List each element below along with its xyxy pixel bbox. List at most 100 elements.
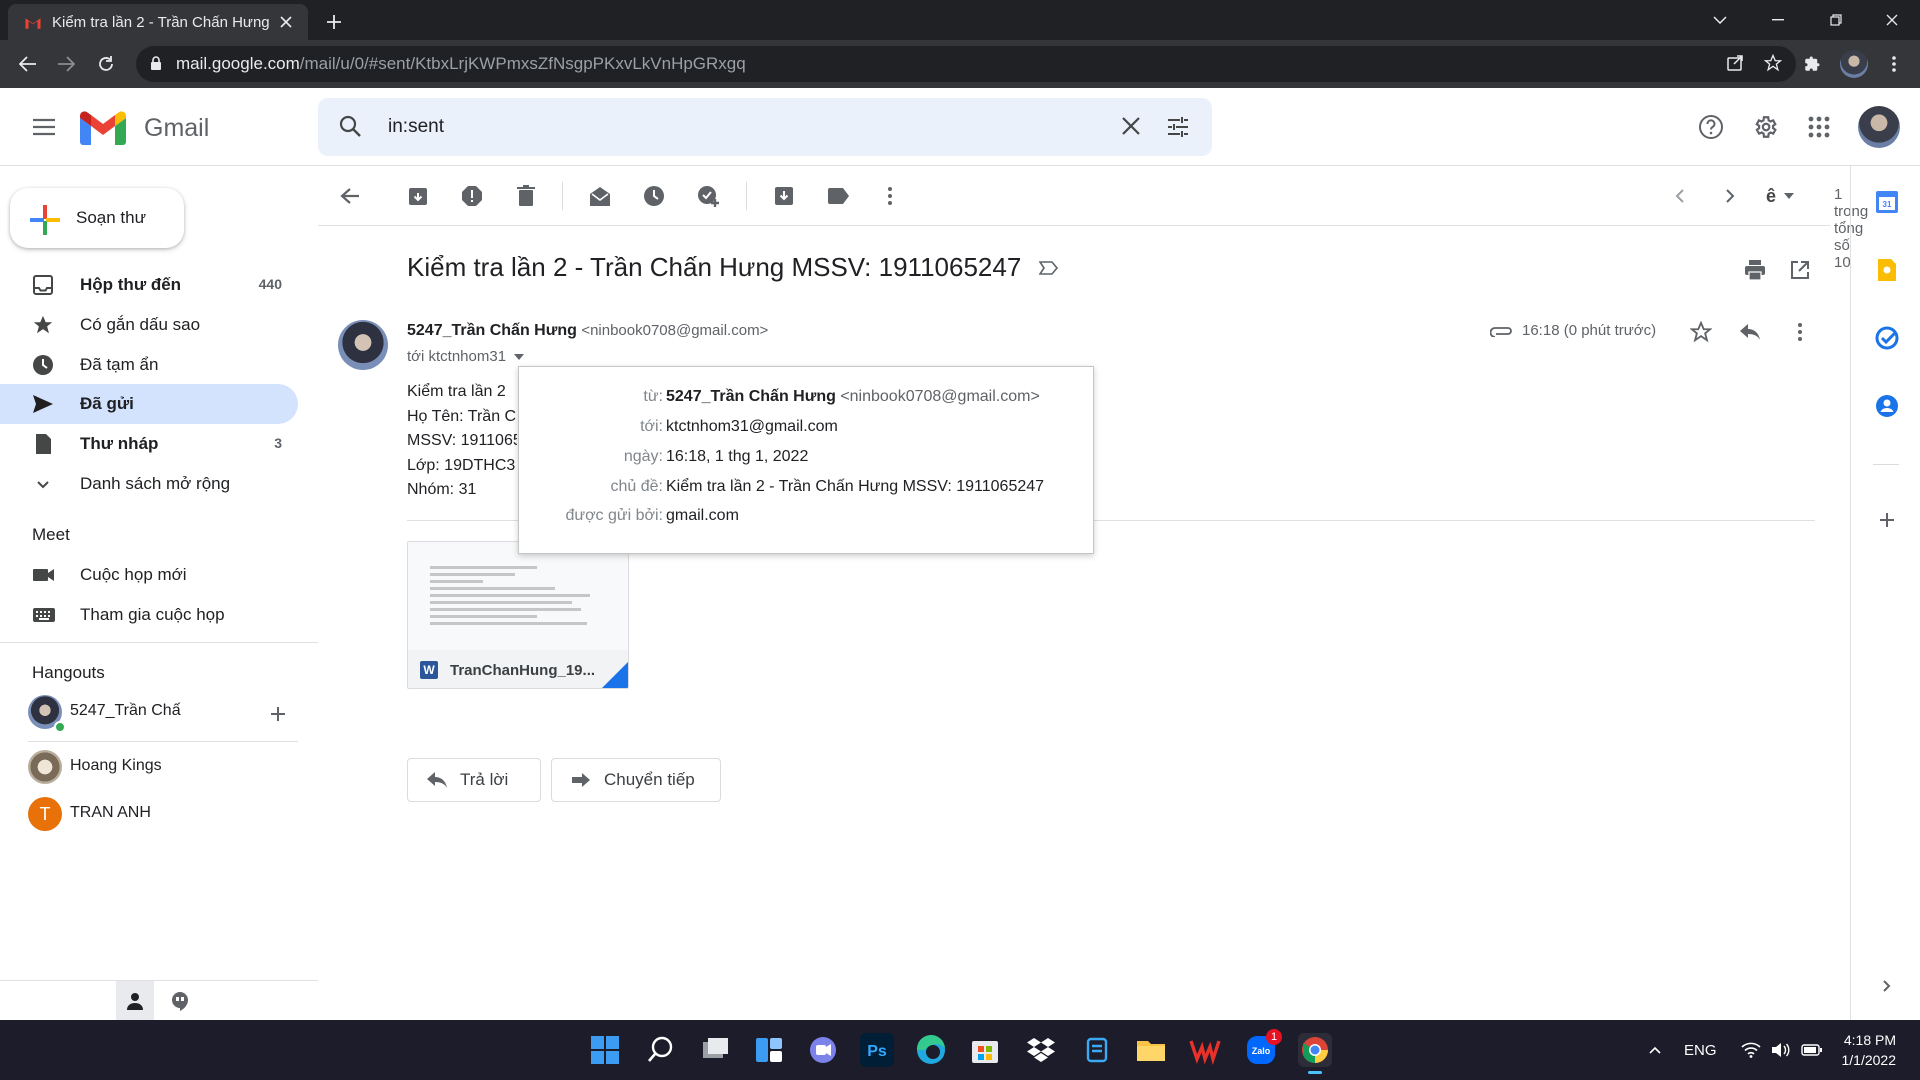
hangouts-contact[interactable]: T TRAN ANH bbox=[28, 793, 298, 833]
chrome-menu-icon[interactable] bbox=[1880, 50, 1908, 78]
task-view-icon[interactable] bbox=[698, 1033, 732, 1067]
add-contact-icon[interactable] bbox=[266, 702, 290, 726]
taskbar-clock[interactable]: 4:18 PM 1/1/2022 bbox=[1842, 1030, 1897, 1070]
contacts-person-icon[interactable] bbox=[116, 981, 154, 1021]
report-spam-icon[interactable] bbox=[460, 184, 484, 208]
widgets-icon[interactable] bbox=[752, 1033, 786, 1067]
wifi-icon[interactable] bbox=[1740, 1042, 1761, 1058]
account-avatar[interactable] bbox=[1858, 106, 1900, 148]
taskbar-search-icon[interactable] bbox=[644, 1033, 678, 1067]
chevron-down-icon bbox=[32, 473, 54, 495]
start-icon[interactable] bbox=[588, 1033, 622, 1067]
main-menu-icon[interactable] bbox=[28, 115, 60, 139]
profile-avatar[interactable] bbox=[1840, 50, 1868, 78]
tab-close-icon[interactable] bbox=[276, 12, 296, 32]
archive-icon[interactable] bbox=[406, 184, 430, 208]
share-icon[interactable] bbox=[1726, 54, 1744, 72]
search-icon[interactable] bbox=[338, 114, 362, 138]
settings-gear-icon[interactable] bbox=[1750, 112, 1780, 142]
search-options-icon[interactable] bbox=[1166, 115, 1190, 139]
open-new-window-icon[interactable] bbox=[1788, 258, 1812, 282]
input-tools-dropdown[interactable]: ê bbox=[1766, 184, 1806, 208]
apps-grid-icon[interactable] bbox=[1804, 112, 1834, 142]
delete-icon[interactable] bbox=[514, 184, 538, 208]
reply-icon[interactable] bbox=[1738, 320, 1762, 344]
hangouts-contact[interactable]: 5247_Trần Chấ bbox=[28, 691, 298, 733]
show-hidden-icons-icon[interactable] bbox=[1640, 1020, 1670, 1080]
keep-icon[interactable] bbox=[1875, 258, 1899, 282]
move-to-icon[interactable] bbox=[772, 184, 796, 208]
more-options-icon[interactable] bbox=[1788, 320, 1812, 344]
sidebar-item-drafts[interactable]: Thư nháp 3 bbox=[0, 424, 298, 464]
sidebar-item-inbox[interactable]: Hộp thư đến 440 bbox=[0, 265, 298, 305]
newer-icon[interactable] bbox=[1668, 184, 1692, 208]
file-explorer-icon[interactable] bbox=[1134, 1033, 1168, 1067]
sender-line: 5247_Trần Chấn Hưng <ninbook0708@gmail.c… bbox=[407, 322, 768, 340]
sender-avatar[interactable] bbox=[338, 320, 388, 370]
label-important-icon[interactable] bbox=[1038, 258, 1060, 278]
meet-join-meeting[interactable]: Tham gia cuộc họp bbox=[0, 595, 298, 635]
hangouts-contact[interactable]: Hoang Kings bbox=[28, 746, 298, 786]
photoshop-icon[interactable]: Ps bbox=[860, 1033, 894, 1067]
volume-icon[interactable] bbox=[1771, 1042, 1791, 1058]
extensions-icon[interactable] bbox=[1798, 50, 1826, 78]
show-details-icon[interactable] bbox=[514, 353, 525, 360]
hide-side-panel-icon[interactable] bbox=[1875, 974, 1899, 998]
edge-icon[interactable] bbox=[914, 1033, 948, 1067]
tasks-icon[interactable] bbox=[1875, 326, 1899, 350]
inbox-icon bbox=[32, 274, 54, 296]
minimize-icon[interactable] bbox=[1750, 0, 1806, 40]
print-icon[interactable] bbox=[1743, 258, 1767, 282]
details-from-email: <ninbook0708@gmail.com> bbox=[840, 388, 1040, 405]
meet-new-meeting[interactable]: Cuộc họp mới bbox=[0, 555, 298, 595]
dropbox-icon[interactable] bbox=[1024, 1033, 1058, 1067]
older-icon[interactable] bbox=[1718, 184, 1742, 208]
sender-name: 5247_Trần Chấn Hưng bbox=[407, 322, 577, 339]
hangouts-quote-icon[interactable] bbox=[166, 981, 194, 1021]
more-actions-icon[interactable] bbox=[878, 184, 902, 208]
back-icon[interactable] bbox=[14, 50, 42, 78]
forward-button[interactable]: Chuyển tiếp bbox=[551, 758, 721, 802]
get-addons-icon[interactable] bbox=[1875, 508, 1899, 532]
contacts-icon[interactable] bbox=[1875, 394, 1899, 418]
address-bar[interactable]: mail.google.com/mail/u/0/#sent/KtbxLrjKW… bbox=[136, 46, 1796, 82]
window-close-icon[interactable] bbox=[1864, 0, 1920, 40]
sidebar-item-starred[interactable]: Có gắn dấu sao bbox=[0, 305, 298, 345]
calendar-icon[interactable]: 31 bbox=[1875, 190, 1899, 214]
forward-icon[interactable] bbox=[52, 50, 80, 78]
gmail-logo-icon[interactable] bbox=[80, 111, 126, 145]
back-to-list-icon[interactable] bbox=[338, 184, 362, 208]
url-path: /mail/u/0/#sent/KtbxLrjKWPmxsZfNsgpPKxvL… bbox=[299, 54, 746, 73]
sidebar-item-more[interactable]: Danh sách mở rộng bbox=[0, 464, 298, 504]
wps-office-icon[interactable] bbox=[1188, 1033, 1222, 1067]
compose-button[interactable]: Soạn thư bbox=[10, 188, 184, 248]
chrome-icon[interactable] bbox=[1298, 1033, 1332, 1074]
compose-plus-icon bbox=[30, 205, 60, 235]
help-icon[interactable] bbox=[1696, 112, 1726, 142]
browser-tab[interactable]: Kiểm tra lần 2 - Trần Chấn Hưng bbox=[8, 4, 308, 40]
reply-button[interactable]: Trả lời bbox=[407, 758, 541, 802]
zalo-icon[interactable]: Zalo 1 bbox=[1244, 1029, 1282, 1067]
bookmark-star-icon[interactable] bbox=[1764, 54, 1782, 72]
app-icon[interactable] bbox=[1080, 1033, 1114, 1067]
battery-icon[interactable] bbox=[1800, 1043, 1823, 1057]
label-icon[interactable] bbox=[826, 184, 850, 208]
add-task-icon[interactable] bbox=[696, 184, 720, 208]
email-time: 16:18 (0 phút trước) bbox=[1522, 322, 1657, 339]
search-input[interactable] bbox=[388, 112, 1088, 142]
mark-unread-icon[interactable] bbox=[588, 184, 612, 208]
restore-icon[interactable] bbox=[1808, 0, 1864, 40]
teams-chat-icon[interactable] bbox=[806, 1033, 840, 1067]
attachment-card[interactable]: W TranChanHung_19... bbox=[407, 541, 629, 689]
new-tab-icon[interactable] bbox=[320, 8, 348, 36]
tab-search-icon[interactable] bbox=[1692, 0, 1748, 40]
sidebar-item-sent[interactable]: Đã gửi bbox=[0, 384, 298, 424]
reload-icon[interactable] bbox=[92, 50, 120, 78]
recipient-line[interactable]: tới ktctnhom31 bbox=[407, 348, 525, 365]
snooze-icon[interactable] bbox=[642, 184, 666, 208]
language-indicator[interactable]: ENG bbox=[1684, 1042, 1717, 1059]
star-icon[interactable] bbox=[1689, 320, 1713, 344]
clear-search-icon[interactable] bbox=[1120, 115, 1142, 137]
store-icon[interactable] bbox=[968, 1033, 1002, 1067]
sidebar-item-snoozed[interactable]: Đã tạm ẩn bbox=[0, 345, 298, 385]
